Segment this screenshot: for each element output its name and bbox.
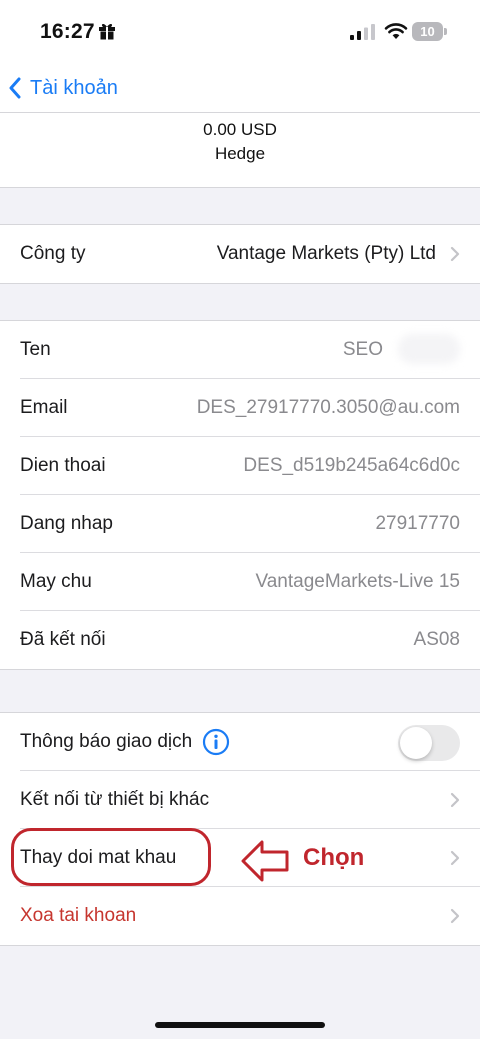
detail-value: 27917770	[375, 513, 460, 534]
account-details-group: Ten SEO Email DES_27917770.3050@au.com D…	[0, 320, 480, 670]
detail-row-phone: Dien thoai DES_d519b245a64c6d0c	[0, 437, 480, 495]
redacted-blur	[398, 334, 460, 364]
highlight-oval	[11, 828, 211, 886]
navigation-bar: Tài khoản	[0, 64, 480, 113]
delete-account-row[interactable]: Xoa tai khoan	[0, 887, 480, 945]
detail-row-connected: Đã kết nối AS08	[0, 611, 480, 669]
annotation-label: Chọn	[303, 844, 365, 871]
company-group: Công ty Vantage Markets (Pty) Ltd	[0, 224, 480, 284]
account-balance: 0.00 USD	[203, 120, 277, 139]
trade-notifications-row: Thông báo giao dịch	[0, 713, 480, 771]
delete-account-label: Xoa tai khoan	[20, 905, 137, 926]
company-row[interactable]: Công ty Vantage Markets (Pty) Ltd	[0, 225, 480, 283]
battery-level: 10	[420, 24, 435, 39]
back-button[interactable]: Tài khoản	[8, 70, 118, 106]
status-time: 16:27	[40, 20, 95, 43]
detail-row-email: Email DES_27917770.3050@au.com	[0, 379, 480, 437]
trade-notifications-toggle[interactable]	[398, 725, 460, 761]
company-value: Vantage Markets (Pty) Ltd	[216, 243, 436, 264]
detail-value: SEO	[342, 339, 383, 360]
detail-label: Email	[20, 397, 68, 418]
detail-row-server: May chu VantageMarkets-Live 15	[0, 553, 480, 611]
back-button-label: Tài khoản	[30, 76, 118, 99]
chevron-right-icon	[450, 246, 460, 262]
detail-value: AS08	[413, 629, 460, 650]
connect-other-device-label: Kết nối từ thiết bị khác	[20, 789, 210, 810]
status-bar: 16:27 10	[0, 0, 480, 64]
detail-label: Dien thoai	[20, 455, 106, 476]
connect-other-device-row[interactable]: Kết nối từ thiết bị khác	[0, 771, 480, 829]
wifi-icon	[384, 23, 408, 39]
battery-icon: 10	[412, 22, 448, 41]
detail-label: Dang nhap	[20, 513, 113, 534]
arrow-left-icon	[241, 840, 289, 882]
account-type: Hedge	[214, 144, 266, 163]
gift-icon	[99, 23, 115, 40]
detail-label: Ten	[20, 339, 51, 360]
account-header: 0.00 USD Hedge	[0, 113, 480, 188]
home-indicator	[155, 1022, 325, 1028]
detail-value: DES_d519b245a64c6d0c	[243, 455, 460, 476]
detail-label: Đã kết nối	[20, 629, 106, 650]
chevron-right-icon	[450, 792, 460, 808]
chevron-right-icon	[450, 850, 460, 866]
chevron-left-icon	[9, 77, 21, 99]
chevron-right-icon	[450, 908, 460, 924]
company-label: Công ty	[20, 243, 86, 264]
detail-value: DES_27917770.3050@au.com	[196, 397, 460, 418]
detail-row-login: Dang nhap 27917770	[0, 495, 480, 553]
info-icon[interactable]	[202, 728, 230, 756]
detail-label: May chu	[20, 571, 92, 592]
cellular-signal-icon	[350, 24, 375, 40]
detail-value: VantageMarkets-Live 15	[255, 571, 460, 592]
trade-notifications-label: Thông báo giao dịch	[20, 731, 193, 752]
